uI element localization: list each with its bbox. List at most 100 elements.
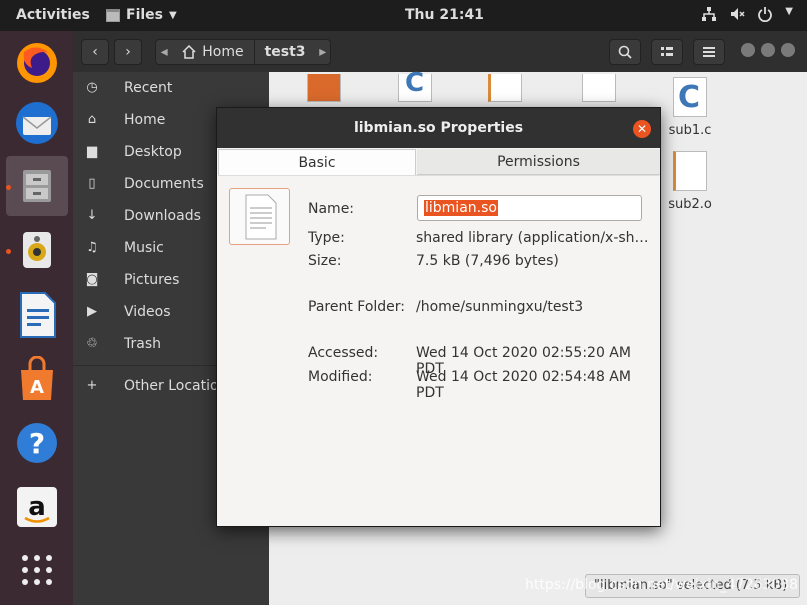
video-icon: ▶ xyxy=(87,304,97,319)
sidebar-item-label: Music xyxy=(124,240,164,256)
path-current[interactable]: test3 xyxy=(255,44,316,60)
accessed-label: Accessed: xyxy=(308,345,379,361)
tab-permissions[interactable]: Permissions xyxy=(417,149,660,175)
type-label: Type: xyxy=(308,230,345,246)
watermark: https://blog.csdn.net/weixin_47263038 xyxy=(525,577,799,593)
rhythmbox-icon[interactable] xyxy=(12,225,62,275)
sidebar-item-label: Downloads xyxy=(124,208,201,224)
name-field[interactable]: libmian.so xyxy=(417,195,642,221)
dock: A ? a xyxy=(0,31,73,605)
software-center-icon[interactable]: A xyxy=(12,354,62,404)
clock[interactable]: Thu 21:41 xyxy=(405,7,484,23)
file-thumbnail xyxy=(307,74,341,102)
forward-button[interactable]: › xyxy=(114,39,142,65)
document-icon: ▯ xyxy=(88,176,96,191)
dialog-close-button[interactable]: ✕ xyxy=(633,120,651,138)
sidebar-item-label: Trash xyxy=(124,336,161,352)
sidebar-item-label: Home xyxy=(124,112,166,128)
sidebar-item-label: Videos xyxy=(124,304,171,320)
sidebar-item-label: Pictures xyxy=(124,272,180,288)
hamburger-icon xyxy=(703,47,715,57)
properties-dialog: libmian.so Properties ✕ Basic Permission… xyxy=(216,107,661,527)
menu-button[interactable] xyxy=(693,39,725,65)
object-file-icon xyxy=(673,151,707,191)
file-item[interactable]: C xyxy=(375,68,455,102)
type-value: shared library (application/x-sh… xyxy=(416,230,649,246)
back-button[interactable]: ‹ xyxy=(81,39,109,65)
file-name: sub2.o xyxy=(668,197,712,212)
tab-basic[interactable]: Basic xyxy=(218,149,416,175)
path-left-arrow-icon[interactable]: ◂ xyxy=(156,44,172,60)
document-icon xyxy=(245,194,277,240)
activities-button[interactable]: Activities xyxy=(16,7,90,23)
help-icon[interactable]: ? xyxy=(12,418,62,468)
power-icon xyxy=(757,6,773,26)
svg-text:a: a xyxy=(28,492,46,522)
sidebar-item-recent[interactable]: ◷ Recent xyxy=(73,72,269,104)
firefox-icon[interactable] xyxy=(12,38,62,88)
amazon-icon[interactable]: a xyxy=(12,482,62,532)
maximize-button[interactable] xyxy=(761,43,775,57)
music-icon: ♫ xyxy=(86,240,98,255)
svg-text:A: A xyxy=(30,377,44,398)
parent-folder-label: Parent Folder: xyxy=(308,299,406,315)
file-item-sub1c[interactable]: C sub1.c xyxy=(650,77,730,138)
writer-icon[interactable] xyxy=(12,290,62,340)
chevron-right-icon: › xyxy=(125,44,131,60)
network-icon xyxy=(701,6,717,26)
running-indicator xyxy=(6,185,11,190)
c-source-icon: C xyxy=(673,77,707,117)
path-home-label: Home xyxy=(202,44,244,60)
home-icon: ⌂ xyxy=(87,112,97,127)
close-icon: ✕ xyxy=(636,122,648,136)
close-button[interactable] xyxy=(781,43,795,57)
chevron-down-icon: ▼ xyxy=(169,9,177,21)
search-button[interactable] xyxy=(609,39,641,65)
home-icon xyxy=(182,45,196,59)
modified-label: Modified: xyxy=(308,369,373,385)
file-item-sub2o[interactable]: sub2.o xyxy=(650,151,730,212)
path-bar: ◂ Home test3 ▸ xyxy=(155,39,331,65)
file-item[interactable] xyxy=(559,74,639,102)
top-bar: Activities Files ▼ Thu 21:41 ▼ xyxy=(0,0,807,31)
volume-muted-icon xyxy=(729,6,745,26)
parent-folder-value: /home/sunmingxu/test3 xyxy=(416,299,584,315)
object-file-icon xyxy=(488,74,522,102)
plus-icon: + xyxy=(86,378,98,393)
chevron-down-icon: ▼ xyxy=(785,6,793,17)
trash-icon: ♲ xyxy=(86,336,98,351)
search-icon xyxy=(618,45,632,59)
clock-icon: ◷ xyxy=(86,80,98,95)
minimize-button[interactable] xyxy=(741,43,755,57)
modified-value: Wed 14 Oct 2020 02:54:48 AM PDT xyxy=(416,369,631,401)
camera-icon: ◙ xyxy=(85,272,99,287)
path-home[interactable]: Home xyxy=(172,40,255,64)
tab-divider xyxy=(218,175,659,176)
files-dock-icon[interactable] xyxy=(6,156,68,216)
sidebar-item-label: Documents xyxy=(124,176,204,192)
path-right-arrow-icon[interactable]: ▸ xyxy=(316,44,330,60)
sidebar-item-label: Desktop xyxy=(124,144,182,160)
thunderbird-icon[interactable] xyxy=(12,98,62,148)
view-toggle-button[interactable] xyxy=(651,39,683,65)
file-item[interactable] xyxy=(465,74,545,102)
chevron-left-icon: ‹ xyxy=(92,44,98,60)
show-applications-icon[interactable] xyxy=(12,545,62,595)
files-app-icon xyxy=(106,8,120,22)
size-value: 7.5 kB (7,496 bytes) xyxy=(416,253,559,269)
name-label: Name: xyxy=(308,201,355,217)
app-menu-label: Files xyxy=(126,7,163,23)
file-item[interactable] xyxy=(284,74,364,102)
svg-text:?: ? xyxy=(29,427,45,460)
size-label: Size: xyxy=(308,253,342,269)
running-indicator xyxy=(6,249,11,254)
system-tray[interactable]: ▼ xyxy=(701,6,793,26)
download-icon: ↓ xyxy=(86,208,98,223)
sidebar-item-label: Recent xyxy=(124,80,173,96)
name-field-value: libmian.so xyxy=(424,200,498,216)
list-view-icon xyxy=(661,47,673,56)
app-menu[interactable]: Files ▼ xyxy=(106,7,177,23)
header-bar: ‹ › ◂ Home test3 ▸ xyxy=(73,31,807,72)
file-name: sub1.c xyxy=(668,123,712,138)
dialog-title: libmian.so Properties xyxy=(217,108,660,148)
